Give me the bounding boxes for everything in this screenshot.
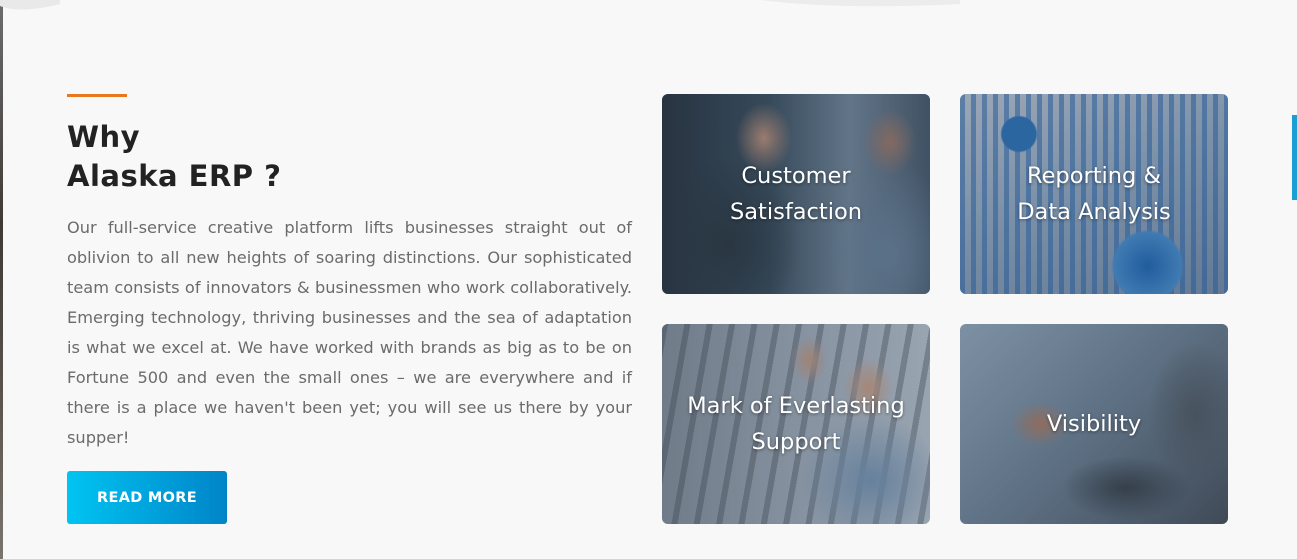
card-title: Visibility xyxy=(1047,406,1141,442)
card-title: Mark of Everlasting Support xyxy=(687,388,904,460)
section-heading-line-2: Alaska ERP ? xyxy=(67,159,282,193)
section-heading: Why Alaska ERP ? xyxy=(67,118,281,196)
card-title: Customer Satisfaction xyxy=(730,158,862,230)
card-title-line-1: Customer xyxy=(741,163,851,189)
feature-card-everlasting-support[interactable]: Mark of Everlasting Support xyxy=(662,324,930,524)
top-wave-divider xyxy=(0,0,960,10)
section-heading-line-1: Why xyxy=(67,120,141,154)
feature-card-customer-satisfaction[interactable]: Customer Satisfaction xyxy=(662,94,930,294)
feature-card-reporting-data-analysis[interactable]: Reporting & Data Analysis xyxy=(960,94,1228,294)
read-more-button[interactable]: READ MORE xyxy=(67,471,227,524)
card-title: Reporting & Data Analysis xyxy=(1017,158,1171,230)
heading-accent-line xyxy=(67,94,127,97)
feature-card-visibility[interactable]: Visibility xyxy=(960,324,1228,524)
card-title-line-1: Reporting & xyxy=(1026,163,1162,189)
card-title-line-2: Satisfaction xyxy=(729,199,863,225)
card-title-line-1: Visibility xyxy=(1046,411,1142,437)
page-left-edge xyxy=(0,0,3,559)
section-description: Our full-service creative platform lifts… xyxy=(67,218,632,447)
card-title-line-2: Data Analysis xyxy=(1017,199,1171,225)
card-title-line-1: Mark of Everlasting xyxy=(687,393,905,419)
card-title-line-2: Support xyxy=(751,429,841,455)
scroll-indicator[interactable] xyxy=(1292,115,1297,200)
